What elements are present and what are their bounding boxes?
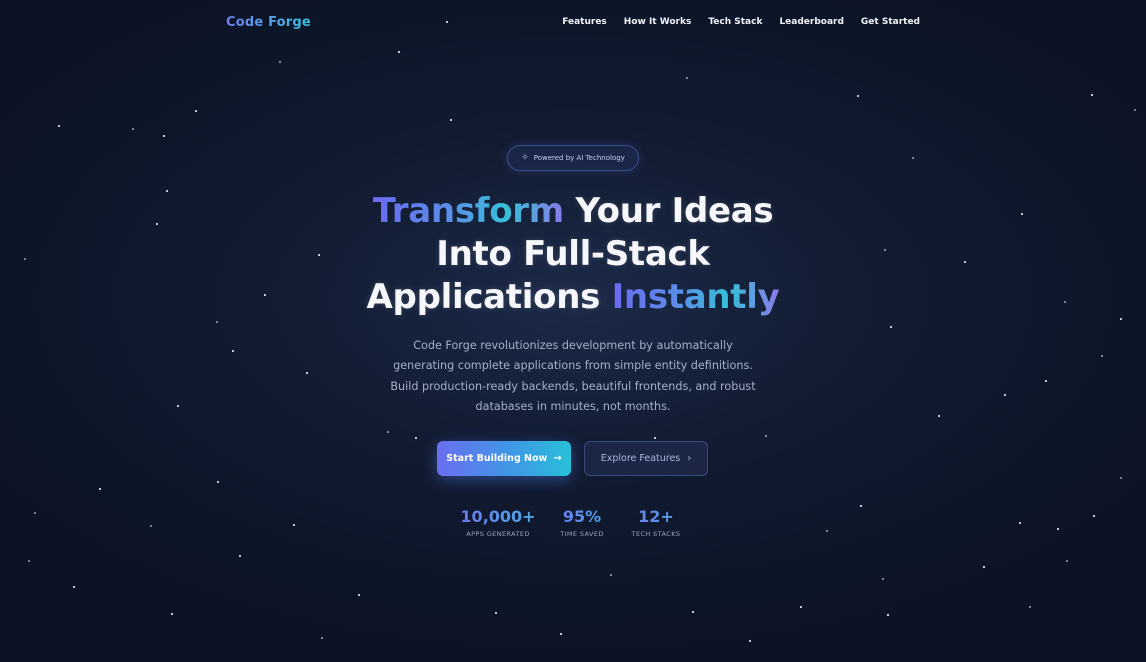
- start-building-button[interactable]: Start Building Now →: [437, 441, 571, 476]
- star-dot: [1120, 477, 1122, 479]
- star-dot: [73, 586, 75, 588]
- star-dot: [239, 555, 241, 557]
- star-dot: [692, 611, 694, 613]
- star-dot: [415, 437, 417, 439]
- nav-link-features[interactable]: Features: [562, 17, 607, 27]
- star-dot: [58, 125, 60, 127]
- star-dot: [232, 350, 234, 352]
- chevron-right-icon: ›: [687, 452, 692, 464]
- arrow-right-icon: →: [553, 452, 562, 464]
- star-dot: [1091, 94, 1093, 96]
- star-dot: [99, 488, 101, 490]
- headline-text-your-ideas: Your Ideas: [563, 191, 774, 231]
- star-dot: [1021, 213, 1023, 215]
- star-dot: [890, 326, 892, 328]
- star-dot: [216, 321, 218, 323]
- star-dot: [887, 614, 889, 616]
- star-dot: [150, 525, 152, 527]
- sparkle-icon: ✧: [521, 152, 529, 163]
- star-dot: [884, 249, 886, 251]
- star-dot: [177, 405, 179, 407]
- star-dot: [800, 606, 802, 608]
- star-dot: [450, 119, 452, 121]
- star-dot: [1019, 522, 1021, 524]
- badge-text: Powered by AI Technology: [533, 154, 625, 162]
- hero-subtitle: Code Forge revolutionizes development by…: [390, 339, 756, 414]
- star-dot: [195, 110, 197, 112]
- star-dot: [293, 524, 295, 526]
- stat-label: TIME SAVED: [560, 530, 604, 538]
- star-dot: [321, 637, 323, 639]
- star-dot: [1004, 394, 1006, 396]
- star-dot: [1045, 380, 1047, 382]
- star-dot: [495, 612, 497, 614]
- stat-value: 95%: [554, 508, 610, 526]
- star-dot: [264, 294, 266, 296]
- headline-highlight-transform: Transform: [372, 191, 565, 231]
- starfield-background: [0, 0, 1146, 662]
- star-dot: [1101, 355, 1103, 357]
- top-navigation: Code Forge Features How It Works Tech St…: [0, 0, 1146, 48]
- star-dot: [34, 512, 36, 514]
- start-building-label: Start Building Now: [446, 453, 548, 464]
- star-dot: [156, 223, 158, 225]
- star-dot: [171, 613, 173, 615]
- nav-link-how-it-works[interactable]: How It Works: [624, 17, 692, 27]
- star-dot: [983, 566, 985, 568]
- star-dot: [387, 431, 389, 433]
- star-dot: [166, 190, 168, 192]
- star-dot: [882, 578, 884, 580]
- stats-row: 10,000+ APPS GENERATED 95% TIME SAVED 12…: [460, 508, 690, 548]
- nav-link-get-started[interactable]: Get Started: [861, 17, 920, 27]
- star-dot: [24, 258, 26, 260]
- nav-links: Features How It Works Tech Stack Leaderb…: [562, 17, 920, 27]
- star-dot: [132, 128, 134, 130]
- star-dot: [686, 77, 688, 79]
- nav-link-tech-stack[interactable]: Tech Stack: [708, 17, 762, 27]
- explore-features-label: Explore Features: [600, 453, 681, 464]
- star-dot: [938, 415, 940, 417]
- star-dot: [826, 530, 828, 532]
- star-dot: [1120, 318, 1122, 320]
- star-dot: [1093, 515, 1095, 517]
- stat-label: APPS GENERATED: [466, 530, 530, 538]
- hero-headline: Transform Your Ideas Into Full-Stack Appli…: [300, 190, 846, 319]
- stat-value: 10,000+: [460, 507, 536, 526]
- stat-tech-stacks: 12+ TECH STACKS: [626, 508, 686, 539]
- star-dot: [860, 505, 862, 507]
- star-dot: [765, 435, 767, 437]
- star-dot: [1134, 109, 1136, 111]
- headline-text-line2: Into Full-Stack: [436, 234, 710, 274]
- star-dot: [964, 261, 966, 263]
- star-dot: [1029, 606, 1031, 608]
- ai-badge: ✧ Powered by AI Technology: [507, 145, 639, 171]
- star-dot: [560, 633, 562, 635]
- brand-logo[interactable]: Code Forge: [226, 15, 311, 30]
- star-dot: [398, 51, 400, 53]
- stat-label: TECH STACKS: [631, 530, 681, 538]
- star-dot: [28, 560, 30, 562]
- star-dot: [279, 61, 281, 63]
- stat-time-saved: 95% TIME SAVED: [554, 508, 610, 539]
- star-dot: [217, 481, 219, 483]
- star-dot: [163, 135, 165, 137]
- stat-value: 12+: [626, 508, 686, 526]
- headline-text-applications: Applications: [366, 277, 612, 317]
- star-dot: [654, 437, 656, 439]
- star-dot: [306, 372, 308, 374]
- star-dot: [912, 157, 914, 159]
- star-dot: [1057, 528, 1059, 530]
- star-dot: [1066, 560, 1068, 562]
- explore-features-button[interactable]: Explore Features ›: [584, 441, 708, 476]
- headline-highlight-instantly: Instantly: [611, 277, 780, 317]
- star-dot: [610, 574, 612, 576]
- star-dot: [749, 640, 751, 642]
- star-dot: [857, 95, 859, 97]
- stat-apps-generated: 10,000+ APPS GENERATED: [460, 507, 536, 539]
- nav-link-leaderboard[interactable]: Leaderboard: [779, 17, 843, 27]
- star-dot: [1064, 301, 1066, 303]
- star-dot: [358, 594, 360, 596]
